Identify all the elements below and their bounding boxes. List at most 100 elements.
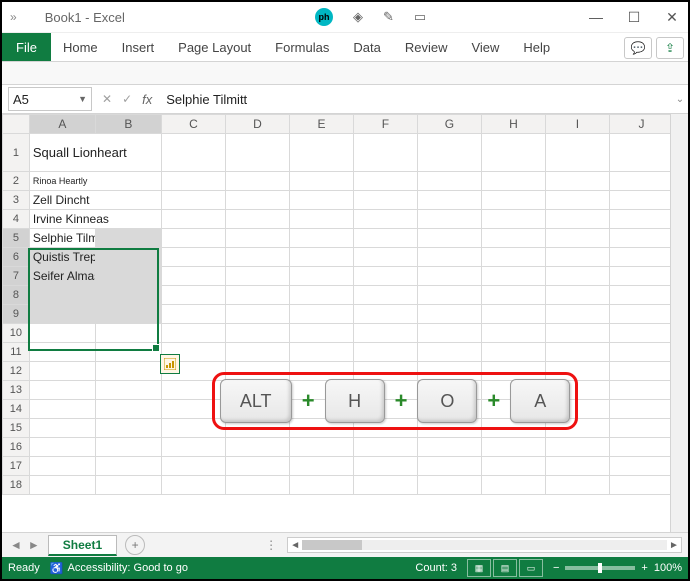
row-header[interactable]: 15	[3, 419, 30, 438]
zoom-slider[interactable]	[565, 566, 635, 570]
row-header[interactable]: 13	[3, 381, 30, 400]
vertical-scrollbar[interactable]	[670, 114, 688, 532]
minimize-button[interactable]: —	[586, 9, 606, 25]
col-header-I[interactable]: I	[545, 115, 609, 134]
col-header-C[interactable]: C	[161, 115, 225, 134]
scroll-left-icon[interactable]: ◄	[288, 540, 302, 551]
formula-bar: A5 ▼ ✕ ✓ fx Selphie Tilmitt ⌄	[2, 85, 688, 114]
row-header[interactable]: 6	[3, 248, 30, 267]
view-page-layout-icon[interactable]: ▤	[493, 559, 517, 577]
row-header[interactable]: 3	[3, 191, 30, 210]
cell-A1[interactable]: Squall Lionheart	[29, 134, 161, 172]
row-header[interactable]: 16	[3, 438, 30, 457]
row-header[interactable]: 14	[3, 400, 30, 419]
diamond-icon[interactable]: ◈	[353, 9, 363, 25]
share-button[interactable]: ⇪	[656, 37, 684, 59]
scroll-right-icon[interactable]: ►	[667, 540, 681, 551]
tab-page-layout[interactable]: Page Layout	[166, 33, 263, 61]
plus-icon: +	[302, 388, 315, 414]
col-header-B[interactable]: B	[95, 115, 161, 134]
plus-icon: +	[395, 388, 408, 414]
row-header[interactable]: 11	[3, 343, 30, 362]
cell-A4[interactable]: Irvine Kinneas	[29, 210, 161, 229]
row-header[interactable]: 7	[3, 267, 30, 286]
select-all-corner[interactable]	[3, 115, 30, 134]
accessibility-status[interactable]: ♿ Accessibility: Good to go	[50, 562, 188, 575]
row-header[interactable]: 17	[3, 457, 30, 476]
ribbon-tabs: File Home Insert Page Layout Formulas Da…	[2, 33, 688, 62]
sheet-tab[interactable]: Sheet1	[48, 535, 117, 556]
row-header[interactable]: 2	[3, 172, 30, 191]
status-ready: Ready	[8, 562, 40, 574]
status-count: Count: 3	[415, 562, 457, 574]
name-box-value: A5	[13, 92, 29, 107]
tab-data[interactable]: Data	[341, 33, 392, 61]
chevron-down-icon[interactable]: ▼	[78, 94, 87, 104]
col-header-F[interactable]: F	[353, 115, 417, 134]
close-button[interactable]: ✕	[662, 9, 682, 26]
row-header[interactable]: 4	[3, 210, 30, 229]
horizontal-scrollbar[interactable]: ◄ ►	[287, 537, 682, 553]
comments-button[interactable]: 💬	[624, 37, 652, 59]
tab-formulas[interactable]: Formulas	[263, 33, 341, 61]
cell-A7[interactable]: Seifer Almasy	[29, 267, 95, 286]
wand-icon[interactable]: ✎	[383, 9, 394, 25]
account-icon[interactable]: ph	[315, 8, 333, 26]
view-normal-icon[interactable]: ▦	[467, 559, 491, 577]
row-header[interactable]: 12	[3, 362, 30, 381]
tab-view[interactable]: View	[459, 33, 511, 61]
col-header-A[interactable]: A	[29, 115, 95, 134]
cell-A8[interactable]	[29, 286, 95, 305]
add-sheet-button[interactable]: +	[125, 535, 145, 555]
zoom-out-icon[interactable]: −	[553, 562, 559, 574]
cell-B7[interactable]	[95, 267, 161, 286]
name-box[interactable]: A5 ▼	[8, 87, 92, 111]
sheet-nav-prev-icon[interactable]: ◄	[10, 538, 22, 552]
cell-A5[interactable]: Selphie Tilmitt	[29, 229, 95, 248]
col-header-G[interactable]: G	[417, 115, 481, 134]
cell-A6[interactable]: Quistis Trepe	[29, 248, 95, 267]
cell-A3[interactable]: Zell Dincht	[29, 191, 161, 210]
window-title: Book1 - Excel	[45, 10, 125, 25]
row-header[interactable]: 9	[3, 305, 30, 324]
view-page-break-icon[interactable]: ▭	[519, 559, 543, 577]
window-layout-icon[interactable]: ▭	[414, 9, 426, 25]
cell-B5[interactable]	[95, 229, 161, 248]
qat-overflow-icon[interactable]: »	[10, 10, 17, 24]
row-header[interactable]: 5	[3, 229, 30, 248]
cell-grid[interactable]: A B C D E F G H I J 1Squall Lionheart 2R…	[2, 114, 670, 495]
col-header-E[interactable]: E	[289, 115, 353, 134]
fx-icon[interactable]: fx	[142, 92, 152, 107]
cell-A9[interactable]	[29, 305, 95, 324]
row-header[interactable]: 10	[3, 324, 30, 343]
row-header[interactable]: 1	[3, 134, 30, 172]
zoom-control[interactable]: − + 100%	[553, 562, 682, 574]
row-header[interactable]: 8	[3, 286, 30, 305]
zoom-value[interactable]: 100%	[654, 562, 682, 574]
fill-handle[interactable]	[152, 344, 160, 352]
formula-expand-icon[interactable]: ⌄	[672, 94, 688, 105]
row-header[interactable]: 18	[3, 476, 30, 495]
keyboard-shortcut-overlay: ALT + H + O + A	[212, 372, 578, 430]
maximize-button[interactable]: ☐	[624, 9, 644, 26]
ribbon-collapsed	[2, 62, 688, 85]
sheet-nav-next-icon[interactable]: ►	[28, 538, 40, 552]
col-header-D[interactable]: D	[225, 115, 289, 134]
key-alt: ALT	[220, 379, 292, 423]
tab-file[interactable]: File	[2, 33, 51, 61]
tab-help[interactable]: Help	[511, 33, 562, 61]
cell-B9[interactable]	[95, 305, 161, 324]
cell-B6[interactable]	[95, 248, 161, 267]
cell-A2[interactable]: Rinoa Heartly	[29, 172, 161, 191]
col-header-J[interactable]: J	[609, 115, 670, 134]
col-header-H[interactable]: H	[481, 115, 545, 134]
zoom-in-icon[interactable]: +	[641, 562, 647, 574]
tab-home[interactable]: Home	[51, 33, 110, 61]
cancel-formula-icon[interactable]: ✕	[102, 92, 112, 106]
tab-review[interactable]: Review	[393, 33, 460, 61]
accept-formula-icon[interactable]: ✓	[122, 92, 132, 106]
tab-insert[interactable]: Insert	[110, 33, 167, 61]
formula-input[interactable]: Selphie Tilmitt	[160, 92, 672, 107]
cell-B8[interactable]	[95, 286, 161, 305]
quick-analysis-icon[interactable]	[160, 354, 180, 374]
